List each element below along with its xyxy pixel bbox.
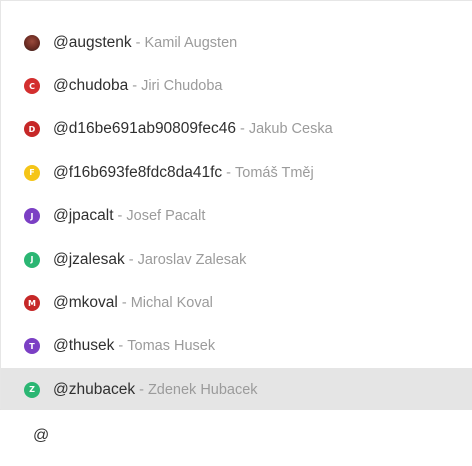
mention-handle: @augstenk [53, 33, 132, 51]
user-letter-avatar: T [24, 338, 40, 355]
mention-full-name: Tomáš Tměj [235, 164, 314, 181]
user-letter-avatar: J [24, 251, 40, 268]
mention-separator: - [139, 381, 144, 398]
comment-input-value: @ [33, 427, 50, 444]
comment-input[interactable]: @ [0, 410, 472, 466]
user-letter-avatar: M [24, 295, 40, 312]
mention-separator: - [132, 78, 138, 95]
mention-autocomplete: @augstenk - Kamil Augsten C @chudoba - Jiri Ch… [0, 0, 472, 466]
mention-suggestion-list: @augstenk - Kamil Augsten C @chudoba - Jiri Ch… [0, 0, 472, 412]
mention-full-name: Jiri Chudoba [141, 78, 223, 95]
mention-item[interactable]: @augstenk - Kamil Augsten [1, 21, 472, 64]
mention-handle: @chudoba [53, 77, 129, 95]
mention-separator: - [135, 34, 141, 51]
mention-handle: @zhubacek [53, 380, 136, 398]
mention-handle: @f16b693fe8fdc8da41fc [53, 163, 223, 181]
mention-separator: - [239, 121, 245, 138]
mention-handle: @mkoval [53, 294, 118, 312]
mention-handle: @d16be691ab90809fec46 [53, 120, 236, 138]
mention-separator: - [118, 338, 124, 355]
user-letter-avatar: C [24, 78, 40, 95]
mention-handle: @jpacalt [53, 207, 114, 225]
mention-separator: - [117, 208, 123, 225]
mention-item[interactable]: T @thusek - Tomas Husek [1, 325, 472, 368]
mention-full-name: Zdenek Hubacek [147, 381, 258, 398]
mention-full-name: Tomas Husek [127, 338, 216, 355]
user-letter-avatar: F [24, 164, 40, 181]
mention-full-name: Jaroslav Zalesak [137, 251, 247, 268]
mention-separator: - [226, 164, 231, 181]
mention-separator: - [128, 251, 134, 268]
mention-full-name: Josef Pacalt [126, 208, 206, 225]
mention-handle: @jzalesak [53, 250, 125, 268]
mention-item-selected[interactable]: Z @zhubacek - Zdenek Hubacek [1, 368, 472, 412]
mention-full-name: Kamil Augsten [144, 34, 238, 51]
user-letter-avatar: J [24, 208, 40, 225]
user-letter-avatar: D [24, 121, 40, 138]
mention-full-name: Jakub Ceska [248, 121, 333, 138]
mention-handle: @thusek [53, 337, 115, 355]
user-letter-avatar: Z [24, 381, 40, 398]
mention-separator: - [121, 295, 127, 312]
mention-full-name: Michal Koval [130, 295, 213, 312]
mention-item[interactable]: F @f16b693fe8fdc8da41fc - Tomáš Tměj [1, 151, 472, 194]
mention-item[interactable]: J @jzalesak - Jaroslav Zalesak [1, 238, 472, 281]
mention-item[interactable]: M @mkoval - Michal Koval [1, 281, 472, 324]
mention-item[interactable]: C @chudoba - Jiri Chudoba [1, 64, 472, 107]
mention-item[interactable]: D @d16be691ab90809fec46- Jakub Ceska [1, 108, 472, 151]
mention-item[interactable]: J @jpacalt - Josef Pacalt [1, 195, 472, 238]
user-photo-avatar [24, 34, 40, 51]
